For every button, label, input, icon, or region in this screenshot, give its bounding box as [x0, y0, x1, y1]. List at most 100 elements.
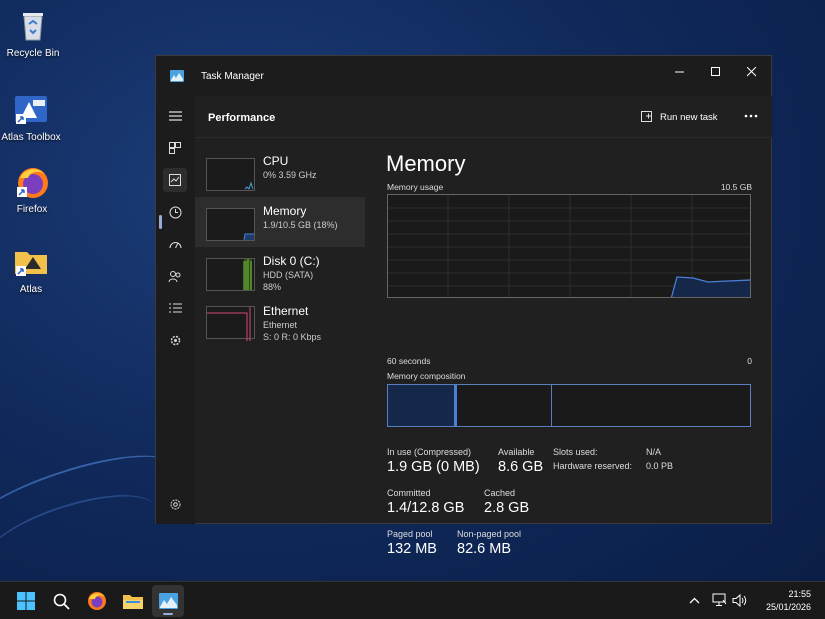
- search-button[interactable]: [45, 585, 77, 617]
- more-icon: [744, 114, 758, 118]
- task-manager-window: Task Manager Performance Run new task CP…: [155, 55, 772, 557]
- more-options-button[interactable]: [741, 106, 761, 126]
- active-app-indicator: [163, 613, 173, 615]
- stat-value: 1.4/12.8 GB: [387, 500, 465, 516]
- perf-item-disk[interactable]: Disk 0 (C:) HDD (SATA) 88%: [195, 247, 365, 297]
- desktop-icon-label: Firefox: [16, 204, 48, 215]
- taskbar-clock[interactable]: 21:55 25/01/2026: [766, 588, 811, 614]
- stat-cached: Cached 2.8 GB: [484, 488, 529, 516]
- start-button[interactable]: [10, 585, 42, 617]
- stat-nonpaged-pool: Non-paged pool 82.6 MB: [457, 529, 521, 557]
- taskbar-task-manager[interactable]: [152, 585, 184, 617]
- file-explorer-icon: [123, 594, 143, 609]
- stat-label: In use (Compressed): [387, 447, 472, 457]
- minimize-button[interactable]: [662, 60, 698, 84]
- memory-usage-graph: [387, 194, 751, 298]
- task-manager-icon: [170, 69, 184, 87]
- stat-label: Paged pool: [387, 529, 433, 539]
- close-button[interactable]: [734, 60, 770, 84]
- network-icon: [712, 593, 726, 606]
- perf-item-detail: 1.9/10.5 GB (18%): [263, 220, 338, 230]
- nav-startup-apps[interactable]: [163, 232, 187, 256]
- clock-date: 25/01/2026: [765, 602, 811, 612]
- run-task-icon: [641, 111, 652, 122]
- composition-in-use: [388, 385, 454, 426]
- disk-usage: 88%: [263, 282, 282, 292]
- nav-menu-button[interactable]: [163, 104, 187, 128]
- nav-details[interactable]: [163, 296, 187, 320]
- nav-app-history[interactable]: [163, 200, 187, 224]
- hamburger-icon: [168, 111, 182, 121]
- nav-sidebar: [156, 96, 195, 524]
- desktop-icon-label: Recycle Bin: [6, 48, 60, 59]
- recycle-bin-icon: [15, 8, 51, 44]
- taskbar-file-explorer[interactable]: [117, 585, 149, 617]
- detail-title: Memory: [386, 151, 466, 176]
- services-icon: [170, 335, 180, 345]
- memory-max-label: 10.5 GB: [720, 182, 752, 192]
- disk-type: HDD (SATA): [263, 270, 314, 280]
- close-icon: [747, 67, 757, 77]
- volume-tray-icon[interactable]: [731, 592, 747, 608]
- nav-performance[interactable]: [163, 168, 187, 192]
- window-title: Task Manager: [201, 71, 264, 82]
- composition-free: [552, 385, 750, 426]
- perf-item-cpu[interactable]: CPU 0% 3.59 GHz: [195, 147, 365, 197]
- perf-item-detail: Ethernet S: 0 R: 0 Kbps: [263, 319, 321, 343]
- desktop-icon-recycle-bin[interactable]: Recycle Bin: [0, 8, 66, 59]
- perf-item-name: Ethernet: [263, 304, 309, 318]
- users-icon: [168, 270, 181, 282]
- memory-usage-label: Memory usage: [387, 182, 444, 192]
- desktop-icon-label: Atlas: [19, 284, 43, 295]
- taskbar-firefox[interactable]: [81, 585, 113, 617]
- performance-icon: [169, 174, 181, 186]
- run-new-task-label: Run new task: [660, 111, 718, 123]
- hardware-reserved-value: 0.0 PB: [646, 461, 674, 471]
- nav-services[interactable]: [163, 328, 187, 352]
- stat-value: 82.6 MB: [457, 541, 511, 557]
- disk-thumbnail-graph: [206, 258, 255, 291]
- maximize-icon: [711, 67, 720, 76]
- network-tray-icon[interactable]: [711, 592, 727, 608]
- chevron-up-icon: [689, 597, 699, 603]
- search-icon: [53, 593, 70, 610]
- nav-settings[interactable]: [163, 492, 187, 516]
- show-hidden-icons-button[interactable]: [686, 592, 702, 608]
- startup-apps-icon: [169, 242, 181, 249]
- volume-icon: [732, 593, 746, 607]
- cpu-thumbnail-graph: [206, 158, 255, 191]
- stat-in-use: In use (Compressed) 1.9 GB (0 MB): [387, 447, 480, 475]
- task-manager-icon: [158, 593, 178, 609]
- stat-value: 8.6 GB: [498, 459, 544, 475]
- ethernet-adapter: Ethernet: [263, 320, 298, 330]
- perf-item-name: CPU: [263, 154, 289, 168]
- perf-item-detail: HDD (SATA) 88%: [263, 269, 313, 293]
- run-new-task-button[interactable]: Run new task: [641, 108, 718, 126]
- processes-icon: [169, 142, 181, 154]
- minimize-icon: [675, 71, 684, 73]
- nav-processes[interactable]: [163, 136, 187, 160]
- settings-icon: [170, 499, 180, 509]
- stat-committed: Committed 1.4/12.8 GB: [387, 488, 464, 516]
- nav-users[interactable]: [163, 264, 187, 288]
- stat-available: Available 8.6 GB: [498, 447, 543, 475]
- stat-label: Cached: [484, 488, 516, 498]
- desktop-icon-firefox[interactable]: Firefox: [0, 164, 65, 215]
- atlas-toolbox-icon: [13, 92, 49, 128]
- stat-paged-pool: Paged pool 132 MB: [387, 529, 437, 557]
- slots-used-label: Slots used:: [553, 447, 598, 457]
- title-bar[interactable]: Task Manager: [156, 56, 771, 96]
- app-history-icon: [169, 206, 181, 218]
- composition-standby: [457, 385, 552, 426]
- desktop-icon-atlas-toolbox[interactable]: Atlas Toolbox: [0, 92, 64, 143]
- graph-x-end-label: 0: [747, 356, 752, 366]
- desktop-icon-atlas[interactable]: Atlas: [0, 244, 64, 295]
- maximize-button[interactable]: [698, 60, 734, 84]
- stat-value: 132 MB: [387, 541, 437, 557]
- perf-item-name: Memory: [263, 204, 307, 218]
- stat-value: 2.8 GB: [484, 500, 530, 516]
- perf-item-ethernet[interactable]: Ethernet Ethernet S: 0 R: 0 Kbps: [195, 297, 365, 351]
- performance-list: CPU 0% 3.59 GHz Memory 1.9/10.5 GB (18%)…: [195, 139, 365, 351]
- perf-item-memory[interactable]: Memory 1.9/10.5 GB (18%): [195, 197, 365, 247]
- memory-usage-graph-svg: [388, 195, 750, 297]
